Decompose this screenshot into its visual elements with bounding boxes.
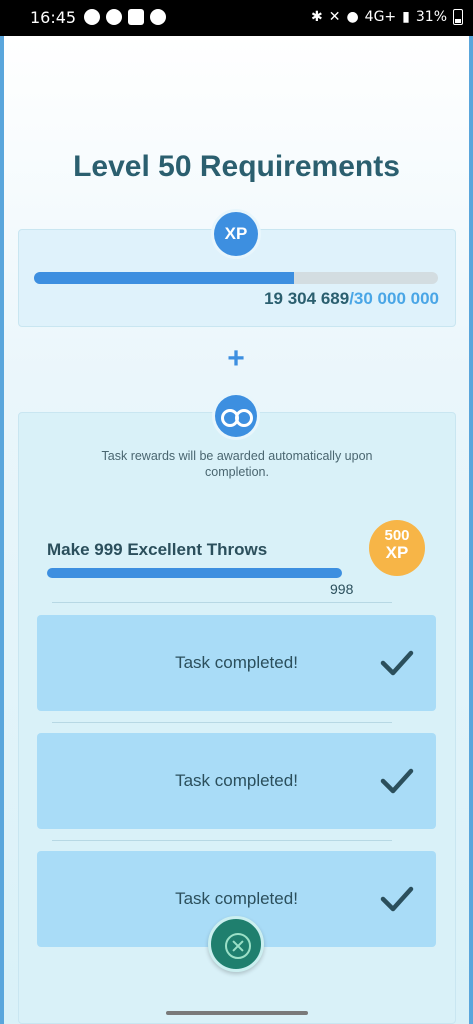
page-title: Level 50 Requirements (73, 150, 400, 183)
divider (52, 840, 392, 841)
mute-icon: ✕ (328, 9, 341, 25)
xp-goal: /30 000 000 (349, 289, 439, 308)
checkmark-icon (380, 768, 414, 794)
xp-progress-bar (34, 272, 438, 284)
reward-amount: 500 (384, 527, 410, 544)
binoculars-icon (215, 395, 257, 437)
frame-border-left (0, 36, 4, 1024)
gallery-icon (128, 9, 144, 25)
battery-icon (453, 9, 463, 25)
pokeball-icon (150, 9, 166, 25)
checkmark-icon (380, 650, 414, 676)
xp-count: 19 304 689/30 000 000 (264, 289, 439, 309)
divider (52, 722, 392, 723)
bluetooth-icon: ✱ (310, 9, 323, 25)
completed-task-row[interactable]: Task completed! (37, 615, 436, 711)
completed-task-label: Task completed! (175, 653, 298, 672)
messenger-icon (84, 9, 100, 25)
xp-icon: XP (214, 212, 258, 256)
reward-unit: XP (385, 543, 409, 562)
network-type: 4G+ (364, 9, 397, 25)
upload-icon (106, 9, 122, 25)
xp-current: 19 304 689 (264, 289, 350, 308)
signal-icon: ▮ (402, 9, 410, 25)
completed-task-row[interactable]: Task completed! (37, 733, 436, 829)
reward-badge: 500 XP (369, 520, 425, 576)
frame-border-right (469, 36, 473, 1024)
task-rewards-note: Task rewards will be awarded automatical… (101, 449, 373, 479)
close-icon (225, 933, 251, 959)
requirements-screen: Level 50 Requirements XP 19 304 689/30 0… (0, 36, 473, 1024)
status-bar: 16:45 ✱ ✕ ● 4G+ ▮ 31% (0, 0, 473, 36)
location-icon: ● (346, 9, 359, 25)
notification-icons (84, 9, 166, 25)
close-button[interactable] (208, 916, 264, 972)
battery-percent: 31% (415, 9, 447, 25)
checkmark-icon (380, 886, 414, 912)
system-icons: ✱ ✕ ● 4G+ ▮ 31% (311, 9, 463, 25)
xp-progress-fill (34, 272, 294, 284)
status-time: 16:45 (30, 8, 77, 27)
home-indicator[interactable] (166, 1011, 308, 1015)
completed-task-label: Task completed! (175, 771, 298, 790)
task-name: Make 999 Excellent Throws (47, 540, 268, 559)
plus-icon: + (227, 342, 245, 375)
divider (52, 602, 392, 603)
task-progress-count: 998 (330, 581, 354, 597)
task-progress-bar (47, 568, 342, 578)
completed-task-label: Task completed! (175, 889, 298, 908)
